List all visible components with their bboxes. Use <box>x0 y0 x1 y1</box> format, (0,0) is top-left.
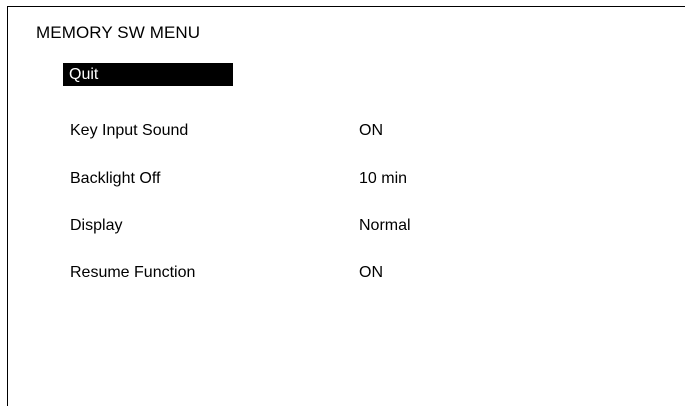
setting-label: Backlight Off <box>70 170 161 187</box>
setting-row-display[interactable]: Display Normal <box>0 214 685 238</box>
settings-list: Key Input Sound ON Backlight Off 10 min … <box>0 0 685 341</box>
setting-value[interactable]: Normal <box>359 214 411 238</box>
setting-label: Resume Function <box>70 264 196 281</box>
setting-label: Display <box>70 217 123 234</box>
setting-value[interactable]: ON <box>359 119 383 143</box>
setting-row-resume-function[interactable]: Resume Function ON <box>0 261 685 285</box>
setting-row-backlight-off[interactable]: Backlight Off 10 min <box>0 167 685 191</box>
setting-value[interactable]: 10 min <box>359 167 407 191</box>
setting-value[interactable]: ON <box>359 261 383 285</box>
setting-label: Key Input Sound <box>70 122 189 139</box>
setting-row-key-input-sound[interactable]: Key Input Sound ON <box>0 119 685 143</box>
